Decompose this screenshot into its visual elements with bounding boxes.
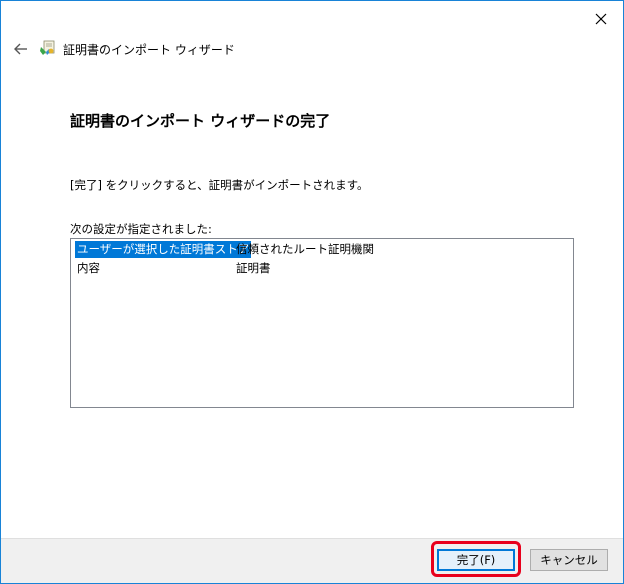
certificate-wizard-icon — [40, 40, 55, 55]
button-bar: 完了(F) キャンセル — [1, 538, 623, 583]
settings-row-key: 内容 — [77, 261, 100, 275]
close-icon — [595, 13, 607, 25]
wizard-title: 証明書のインポート ウィザード — [63, 43, 235, 57]
finish-button[interactable]: 完了(F) — [437, 549, 515, 571]
settings-row-value: 信頼されたルート証明機関 — [236, 242, 374, 256]
settings-row-key: ユーザーが選択した証明書ストア — [75, 241, 252, 258]
cancel-button[interactable]: キャンセル — [530, 549, 608, 571]
settings-label: 次の設定が指定されました: — [70, 222, 212, 236]
back-button[interactable] — [11, 39, 31, 59]
settings-list[interactable]: ユーザーが選択した証明書ストア 信頼されたルート証明機関 内容 証明書 — [70, 238, 574, 408]
close-button[interactable] — [587, 7, 615, 31]
arrow-left-icon — [14, 43, 27, 55]
completion-description: [完了] をクリックすると、証明書がインポートされます。 — [70, 178, 369, 192]
settings-row-value: 証明書 — [236, 261, 271, 275]
certificate-import-wizard-window: 証明書のインポート ウィザード 証明書のインポート ウィザードの完了 [完了] … — [0, 0, 624, 584]
page-heading: 証明書のインポート ウィザードの完了 — [70, 112, 331, 130]
